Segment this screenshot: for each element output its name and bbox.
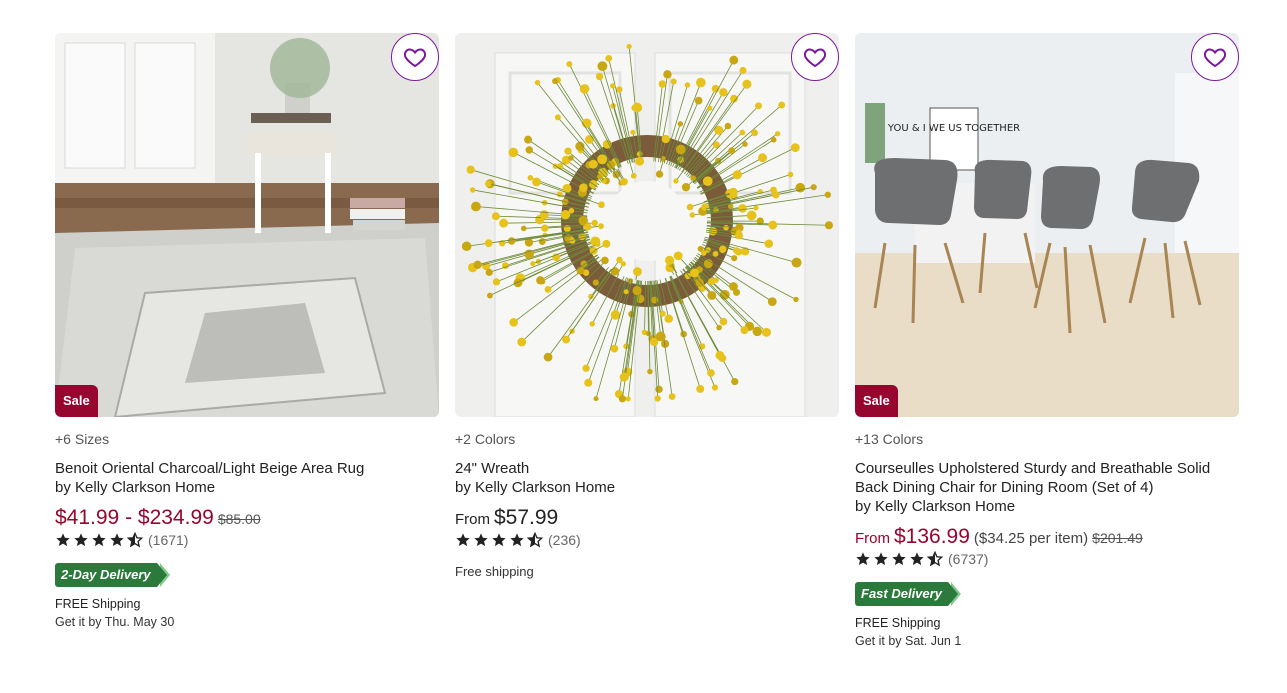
- star-full-icon: [510, 533, 524, 547]
- favorite-button[interactable]: [391, 33, 439, 81]
- product-image[interactable]: [455, 33, 839, 417]
- review-count: (1671): [148, 532, 189, 548]
- product-grid: Sale +6 Sizes Benoit Oriental Charcoal/L…: [55, 33, 1239, 648]
- sale-badge: Sale: [55, 385, 98, 417]
- product-options[interactable]: +6 Sizes: [55, 431, 439, 447]
- per-item-price: ($34.25 per item): [973, 530, 1089, 547]
- star-full-icon: [874, 552, 888, 566]
- delivery-eta: Get it by Thu. May 30: [55, 615, 175, 629]
- shipping-label: Free shipping: [455, 564, 534, 579]
- star-rating[interactable]: (236): [455, 532, 839, 548]
- product-options[interactable]: +13 Colors: [855, 431, 1239, 447]
- review-count: (236): [548, 532, 581, 548]
- price-row: $41.99 - $234.99 $85.00: [55, 506, 439, 530]
- product-title[interactable]: Benoit Oriental Charcoal/Light Beige Are…: [55, 459, 439, 497]
- product-title[interactable]: Courseulles Upholstered Sturdy and Breat…: [855, 459, 1239, 516]
- price-prefix: From: [455, 511, 490, 528]
- product-card[interactable]: Sale +6 Sizes Benoit Oriental Charcoal/L…: [55, 33, 439, 648]
- heart-icon: [403, 48, 427, 68]
- was-price: $85.00: [217, 511, 261, 527]
- star-half-icon: [527, 532, 543, 548]
- was-price: $201.49: [1092, 530, 1143, 546]
- product-name[interactable]: Courseulles Upholstered Sturdy and Breat…: [855, 459, 1239, 497]
- product-brand[interactable]: by Kelly Clarkson Home: [455, 478, 839, 497]
- star-half-icon: [927, 551, 943, 567]
- price: $57.99: [494, 506, 559, 529]
- star-full-icon: [856, 552, 870, 566]
- dining-chairs-image[interactable]: YOU & I WE US TOGETHER: [855, 33, 1239, 417]
- price-prefix: From: [855, 530, 890, 547]
- product-card[interactable]: +2 Colors 24" Wreath by Kelly Clarkson H…: [455, 33, 839, 648]
- product-image[interactable]: Sale: [55, 33, 439, 417]
- star-rating[interactable]: (6737): [855, 551, 1239, 567]
- price-row: From $57.99: [455, 506, 839, 530]
- sale-price: $41.99 - $234.99: [55, 506, 214, 529]
- product-name[interactable]: Benoit Oriental Charcoal/Light Beige Are…: [55, 459, 439, 478]
- heart-icon: [1203, 48, 1227, 68]
- shipping-label: FREE Shipping: [55, 597, 141, 611]
- product-name[interactable]: 24" Wreath: [455, 459, 839, 478]
- product-title[interactable]: 24" Wreath by Kelly Clarkson Home: [455, 459, 839, 497]
- product-image[interactable]: YOU & I WE US TOGETHER Sale: [855, 33, 1239, 417]
- shipping-label: FREE Shipping: [855, 616, 941, 630]
- star-full-icon: [74, 533, 88, 547]
- price-row: From $136.99 ($34.25 per item) $201.49: [855, 525, 1239, 549]
- sale-badge: Sale: [855, 385, 898, 417]
- star-full-icon: [456, 533, 470, 547]
- delivery-badge: Fast Delivery: [855, 582, 961, 606]
- product-options[interactable]: +2 Colors: [455, 431, 839, 447]
- product-card[interactable]: YOU & I WE US TOGETHER Sale +13 Colors C…: [855, 33, 1239, 648]
- favorite-button[interactable]: [791, 33, 839, 81]
- star-full-icon: [92, 533, 106, 547]
- favorite-button[interactable]: [1191, 33, 1239, 81]
- star-half-icon: [127, 532, 143, 548]
- star-full-icon: [492, 533, 506, 547]
- delivery-eta: Get it by Sat. Jun 1: [855, 634, 962, 648]
- yellow-wreath-image[interactable]: [455, 33, 839, 417]
- heart-icon: [803, 48, 827, 68]
- star-full-icon: [56, 533, 70, 547]
- sale-price: $136.99: [894, 525, 970, 548]
- star-rating[interactable]: (1671): [55, 532, 439, 548]
- star-full-icon: [474, 533, 488, 547]
- stars: [455, 532, 543, 548]
- product-brand[interactable]: by Kelly Clarkson Home: [855, 497, 1239, 516]
- star-full-icon: [910, 552, 924, 566]
- sign-text: YOU & I WE US TOGETHER: [887, 123, 1020, 134]
- star-full-icon: [892, 552, 906, 566]
- review-count: (6737): [948, 551, 989, 567]
- delivery-badge: 2-Day Delivery: [55, 563, 170, 587]
- area-rug-image[interactable]: [55, 33, 439, 417]
- stars: [55, 532, 143, 548]
- star-full-icon: [110, 533, 124, 547]
- stars: [855, 551, 943, 567]
- product-brand[interactable]: by Kelly Clarkson Home: [55, 478, 439, 497]
